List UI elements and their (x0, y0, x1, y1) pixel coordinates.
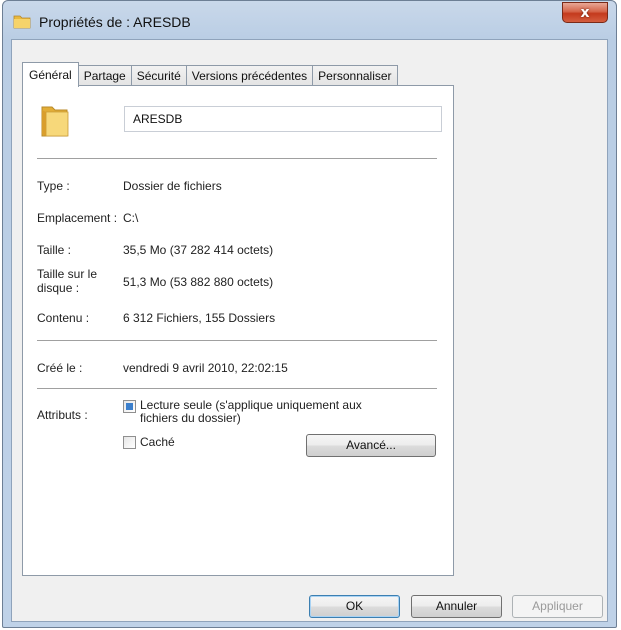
disk-size-label-line1: Taille sur le (37, 267, 98, 281)
hidden-checkbox[interactable] (123, 436, 136, 449)
contents-value: 6 312 Fichiers, 155 Dossiers (123, 311, 276, 325)
title-bar[interactable]: Propriétés de : ARESDB x (3, 1, 616, 39)
type-label: Type : (37, 179, 70, 193)
separator (37, 340, 437, 341)
ok-button[interactable]: OK (309, 595, 400, 618)
tab-customize[interactable]: Personnaliser (312, 65, 398, 86)
general-tab-panel: ARESDB Type : Dossier de fichiers Emplac… (22, 85, 454, 576)
type-value: Dossier de fichiers (123, 179, 222, 193)
size-label: Taille : (37, 243, 72, 257)
close-icon: x (580, 4, 590, 21)
tab-strip: Général Partage Sécurité Versions précéd… (22, 62, 398, 87)
size-value: 35,5 Mo (37 282 414 octets) (123, 243, 274, 257)
tab-general[interactable]: Général (22, 62, 79, 87)
contents-label: Contenu : (37, 311, 90, 325)
dialog-client-area: Général Partage Sécurité Versions précéd… (11, 39, 608, 622)
cancel-button[interactable]: Annuler (411, 595, 502, 618)
window-title: Propriétés de : ARESDB (39, 14, 191, 30)
readonly-label-line2: fichiers du dossier) (140, 411, 241, 425)
tab-previous-versions[interactable]: Versions précédentes (185, 65, 314, 86)
separator (37, 388, 437, 389)
properties-window: Propriétés de : ARESDB x Général Partage… (2, 0, 617, 628)
apply-button[interactable]: Appliquer (512, 595, 603, 618)
hidden-label: Caché (140, 435, 175, 449)
folder-icon (13, 15, 31, 29)
created-label: Créé le : (37, 361, 83, 375)
close-button[interactable]: x (562, 2, 608, 23)
advanced-button[interactable]: Avancé... (306, 434, 436, 457)
separator (37, 158, 437, 159)
created-value: vendredi 9 avril 2010, 22:02:15 (123, 361, 288, 375)
location-value: C:\ (123, 211, 139, 225)
disk-size-label-line2: disque : (37, 281, 80, 295)
location-label: Emplacement : (37, 211, 118, 225)
disk-size-value: 51,3 Mo (53 882 880 octets) (123, 275, 274, 289)
tab-security[interactable]: Sécurité (130, 65, 187, 86)
attributes-label: Attributs : (37, 408, 88, 422)
readonly-checkbox[interactable] (123, 400, 136, 413)
folder-icon (41, 106, 69, 137)
tab-sharing[interactable]: Partage (77, 65, 132, 86)
folder-name-field[interactable]: ARESDB (124, 106, 442, 132)
